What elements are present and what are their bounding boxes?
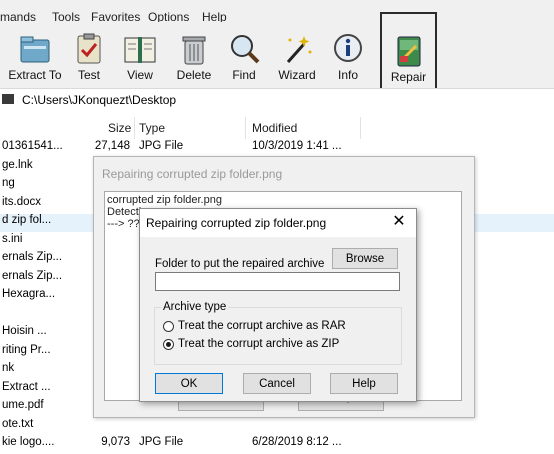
- column-separator[interactable]: [245, 117, 246, 139]
- close-icon[interactable]: ✕: [390, 213, 408, 231]
- log-line: corrupted zip folder.png: [107, 194, 222, 206]
- browse-button[interactable]: Browse: [332, 248, 398, 269]
- magic-wand-icon: [286, 36, 312, 63]
- file-name: Hexagra...: [2, 288, 56, 300]
- menu-bar: mands Tools Favorites Options Help: [0, 0, 554, 24]
- file-name: ernals Zip...: [2, 251, 63, 263]
- extract-to-button[interactable]: Extract To: [4, 22, 66, 88]
- clipboard-check-icon: [77, 33, 101, 64]
- log-line: ---> ??: [107, 218, 140, 230]
- archive-type-label: Archive type: [161, 301, 229, 313]
- radio-zip-label[interactable]: Treat the corrupt archive as ZIP: [178, 338, 339, 350]
- file-name: kie logo....: [2, 436, 55, 448]
- file-type: JPG File: [139, 436, 184, 448]
- repair-options-dialog: Repairing corrupted zip folder.png ✕ Fol…: [139, 208, 417, 402]
- column-modified[interactable]: Modified: [252, 121, 297, 135]
- delete-button[interactable]: Delete: [172, 22, 216, 88]
- file-type: JPG File: [139, 140, 184, 152]
- radio-rar-label[interactable]: Treat the corrupt archive as RAR: [178, 320, 346, 332]
- title-bar[interactable]: Repairing corrupted zip folder.png ✕: [140, 209, 416, 237]
- radio-zip[interactable]: [163, 339, 174, 350]
- radio-rar[interactable]: [163, 321, 174, 332]
- file-row[interactable]: ote.txt: [0, 418, 554, 436]
- file-name: ge.lnk: [2, 158, 33, 171]
- file-name: ote.txt: [2, 417, 34, 430]
- ok-button[interactable]: OK: [155, 373, 223, 394]
- file-name: ernals Zip...: [2, 269, 63, 282]
- help-button[interactable]: Help: [330, 373, 398, 394]
- column-separator[interactable]: [134, 117, 135, 139]
- file-name: ng: [2, 177, 15, 189]
- address-path: C:\Users\JKonquezt\Desktop: [22, 93, 177, 107]
- drive-icon: [2, 94, 14, 104]
- file-name: 01361541...: [2, 140, 63, 152]
- column-separator[interactable]: [360, 117, 361, 139]
- file-name: s.ini: [2, 232, 23, 245]
- file-name: riting Pr...: [2, 343, 51, 356]
- column-type[interactable]: Type: [139, 121, 165, 135]
- file-name: d zip fol...: [2, 214, 52, 226]
- test-button[interactable]: Test: [68, 22, 110, 88]
- file-name: nk: [2, 362, 15, 374]
- file-size: 27,148: [94, 140, 130, 152]
- folder-path-input[interactable]: [155, 272, 400, 291]
- cancel-button[interactable]: Cancel: [243, 373, 311, 394]
- info-icon: [334, 34, 362, 62]
- repair-button[interactable]: Repair: [380, 12, 437, 90]
- folder-label: Folder to put the repaired archive: [155, 258, 325, 270]
- file-name: ume.pdf: [2, 399, 44, 411]
- file-name: Extract ...: [2, 380, 51, 393]
- magnifier-icon: [231, 35, 260, 64]
- book-icon: [124, 37, 156, 63]
- file-name: its.docx: [2, 195, 41, 208]
- address-bar[interactable]: C:\Users\JKonquezt\Desktop: [0, 88, 554, 112]
- dialog-title: Repairing corrupted zip folder.png: [102, 167, 283, 181]
- repair-kit-icon: [397, 36, 420, 67]
- archive-type-group: [154, 307, 402, 365]
- file-modified: 6/28/2019 8:12 ...: [252, 436, 342, 448]
- info-button[interactable]: Info: [330, 22, 366, 88]
- folder-extract-icon: [20, 36, 50, 63]
- find-button[interactable]: Find: [224, 22, 264, 88]
- dialog-title: Repairing corrupted zip folder.png: [146, 216, 327, 230]
- wizard-button[interactable]: Wizard: [274, 22, 320, 88]
- file-size: 9,073: [101, 436, 130, 448]
- file-modified: 10/3/2019 1:41 ...: [252, 140, 342, 152]
- toolbar: Extract To Test View Delete Find Wizard …: [0, 12, 554, 90]
- trash-can-icon: [182, 36, 206, 65]
- file-row[interactable]: kie logo.... 9,073 JPG File 6/28/2019 8:12 …: [0, 436, 554, 454]
- column-size[interactable]: Size: [108, 121, 131, 135]
- file-name: Hoisin ...: [2, 325, 47, 337]
- log-line: Detecti: [107, 206, 142, 218]
- view-button[interactable]: View: [118, 22, 162, 88]
